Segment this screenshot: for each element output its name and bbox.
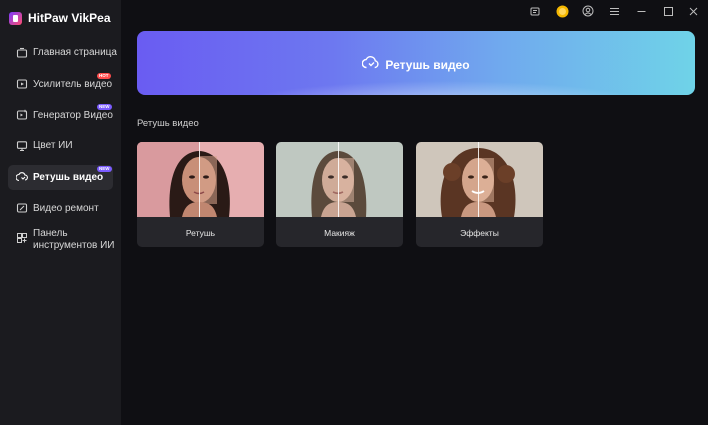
before-after-divider[interactable] — [199, 142, 200, 217]
hot-badge: HOT — [97, 73, 111, 79]
card-label: Макияж — [324, 228, 355, 238]
brand: HitPaw VikPea — [9, 10, 111, 26]
card-label: Ретушь — [185, 228, 216, 238]
coin-icon[interactable] — [555, 4, 569, 18]
retouch-card[interactable]: Ретушь — [137, 142, 264, 247]
effects-card[interactable]: Эффекты — [416, 142, 543, 247]
makeup-card[interactable]: Макияж — [276, 142, 403, 247]
video-retouch-banner[interactable]: Ретушь видео — [137, 31, 695, 95]
video-generator-icon — [16, 109, 28, 121]
retouch-icon — [16, 171, 28, 183]
monitor-icon — [16, 140, 28, 152]
new-badge: NEW — [97, 166, 112, 172]
sidebar-item-video-generator[interactable]: Генератор Видео NEW — [8, 104, 113, 125]
menu-icon[interactable] — [607, 4, 621, 18]
maximize-icon[interactable] — [661, 4, 675, 18]
banner-title: Ретушь видео — [137, 54, 695, 76]
new-badge: NEW — [97, 104, 112, 110]
sidebar: HitPaw VikPea Главная страница Усилитель… — [0, 0, 121, 425]
close-icon[interactable] — [686, 4, 700, 18]
video-enhancer-icon — [16, 78, 28, 90]
message-icon[interactable] — [528, 4, 542, 18]
retouch-icon — [362, 54, 379, 76]
sidebar-item-label: Цвет ИИ — [33, 140, 73, 151]
app-logo-icon — [9, 11, 22, 25]
home-icon — [16, 47, 28, 59]
minimize-icon[interactable] — [634, 4, 648, 18]
sidebar-item-home[interactable]: Главная страница — [8, 43, 117, 63]
sidebar-item-label: Главная страница — [33, 47, 117, 58]
sidebar-item-video-repair[interactable]: Видео ремонт — [8, 198, 113, 218]
toolbox-icon — [16, 232, 28, 244]
repair-icon — [16, 202, 28, 214]
before-after-divider[interactable] — [338, 142, 339, 217]
card-label: Эффекты — [460, 228, 499, 238]
banner-label: Ретушь видео — [385, 58, 470, 72]
sidebar-item-label: Ретушь видео — [33, 172, 104, 183]
sidebar-item-label: Видео ремонт — [33, 203, 99, 214]
before-after-divider[interactable] — [478, 142, 479, 217]
sidebar-item-video-enhancer[interactable]: Усилитель видео HOT — [8, 73, 113, 94]
sidebar-item-label: Усилитель видео — [33, 79, 113, 90]
makeup-preview-image — [276, 142, 403, 217]
section-title: Ретушь видео — [137, 118, 199, 129]
app-window: HitPaw VikPea Главная страница Усилитель… — [0, 0, 708, 425]
effects-preview-image — [416, 142, 543, 217]
sidebar-item-label: Генератор Видео — [33, 110, 113, 121]
sidebar-item-label: Панель инструментов ИИ — [33, 228, 115, 251]
sidebar-item-ai-color[interactable]: Цвет ИИ — [8, 136, 113, 156]
sidebar-item-video-retouch[interactable]: Ретушь видео NEW — [8, 165, 113, 190]
retouch-preview-image — [137, 142, 264, 217]
app-title: HitPaw VikPea — [28, 11, 111, 25]
account-icon[interactable] — [581, 4, 595, 18]
sidebar-item-ai-toolbox[interactable]: Панель инструментов ИИ — [8, 228, 114, 254]
